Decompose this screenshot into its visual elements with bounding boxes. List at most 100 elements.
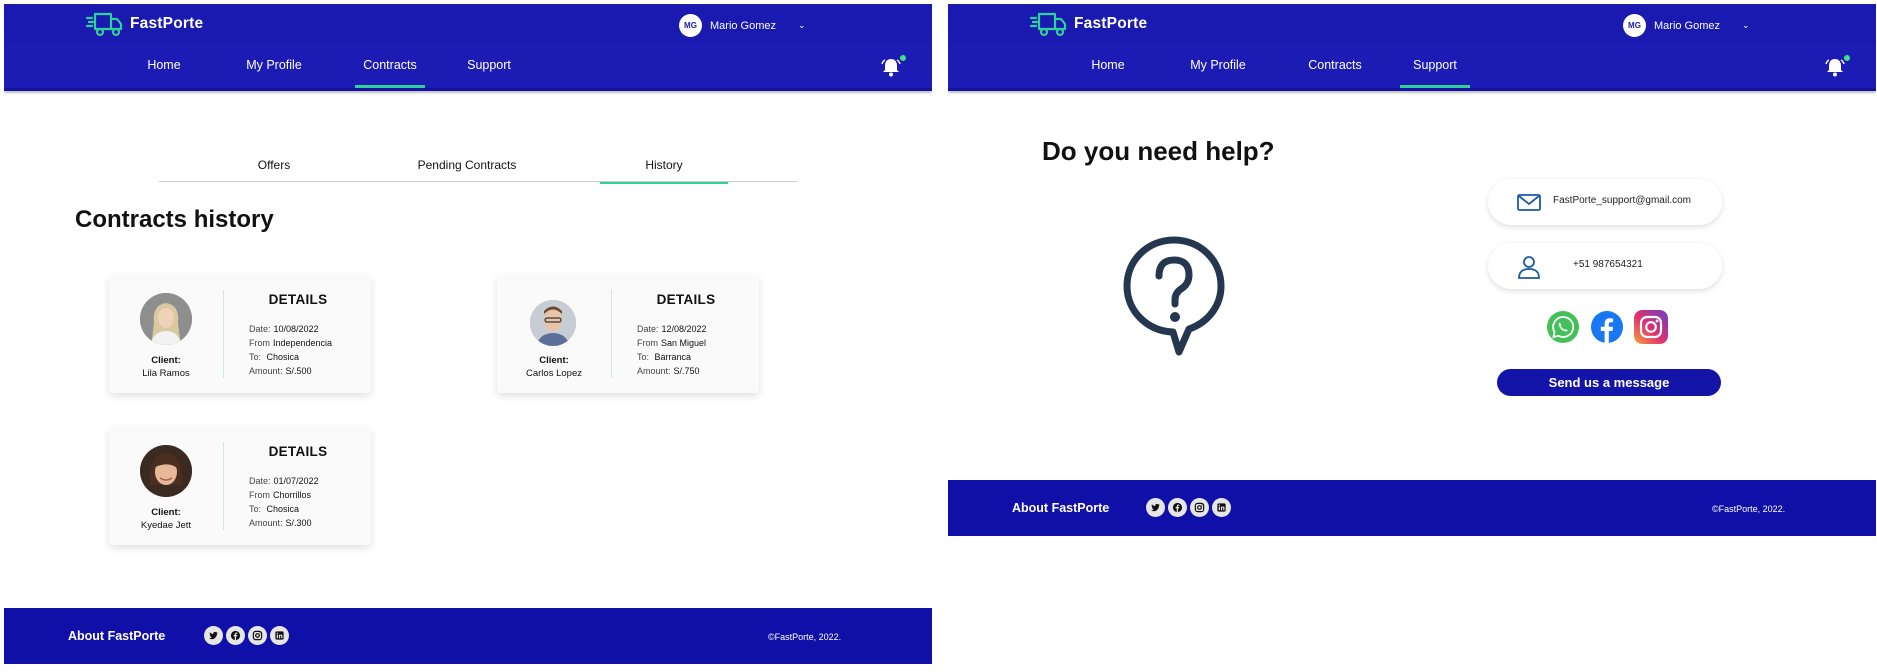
to-row: To: Barranca: [637, 352, 692, 362]
support-screen: FastPorte MG Mario Gomez ⌄ Home My Profi…: [948, 4, 1876, 664]
client-label: Client:: [151, 507, 181, 518]
date-row: Date: 01/07/2022: [249, 476, 319, 486]
details-title: DETAILS: [268, 292, 328, 307]
linkedin-icon[interactable]: [1212, 498, 1231, 517]
tab-pending-contracts[interactable]: Pending Contracts: [412, 154, 522, 182]
nav-my-profile[interactable]: My Profile: [1184, 44, 1252, 88]
contract-from: San Miguel: [661, 338, 707, 348]
contract-date: 01/07/2022: [273, 476, 319, 486]
truck-logo-icon: [1030, 12, 1067, 37]
contract-card[interactable]: Client: Kyedae Jett DETAILS Date: 01/07/2…: [109, 427, 371, 545]
notification-bell-icon[interactable]: [880, 56, 902, 78]
about-link[interactable]: About FastPorte: [1012, 501, 1109, 515]
twitter-icon[interactable]: [204, 626, 223, 645]
instagram-icon[interactable]: [248, 626, 267, 645]
from-row: From San Miguel: [637, 338, 707, 348]
client-name: Carlos Lopez: [526, 368, 582, 379]
logo[interactable]: FastPorte: [1030, 10, 1147, 38]
notification-dot: [900, 55, 906, 61]
avatar: MG: [1623, 14, 1646, 37]
contract-from: Independencia: [273, 338, 333, 348]
twitter-icon[interactable]: [1146, 498, 1165, 517]
card-divider: [223, 290, 224, 378]
contracts-history-screen: FastPorte MG Mario Gomez ⌄ Home My Profi…: [4, 4, 932, 664]
footer: About FastPorte ©FastPorte, 2022.: [948, 480, 1876, 536]
date-row: Date: 10/08/2022: [249, 324, 319, 334]
client-photo: [530, 300, 576, 346]
from-row: From Independencia: [249, 338, 333, 348]
nav-support[interactable]: Support: [1400, 44, 1470, 88]
user-name: Mario Gomez: [1654, 19, 1721, 32]
contract-card[interactable]: Client: Carlos Lopez DETAILS Date: 12/08/…: [497, 275, 759, 393]
main-nav: Home My Profile Contracts Support: [4, 44, 932, 91]
contract-amount: S/.500: [285, 366, 312, 376]
user-name: Mario Gomez: [710, 19, 777, 32]
tab-history[interactable]: History: [600, 154, 728, 184]
whatsapp-icon[interactable]: [1546, 310, 1580, 344]
support-phone: +51 987654321: [1573, 259, 1643, 270]
email-contact[interactable]: FastPorte_support@gmail.com: [1488, 179, 1722, 225]
instagram-icon[interactable]: [1190, 498, 1209, 517]
contract-amount: S/.300: [285, 518, 312, 528]
card-divider: [223, 442, 224, 530]
contract-to: Barranca: [654, 352, 692, 362]
client-label: Client:: [539, 355, 569, 366]
mail-icon: [1517, 194, 1541, 211]
linkedin-icon[interactable]: [270, 626, 289, 645]
copyright: ©FastPorte, 2022.: [1712, 504, 1786, 514]
about-link[interactable]: About FastPorte: [68, 629, 165, 643]
contract-tabs: Offers Pending Contracts History: [159, 154, 797, 184]
contract-to: Chosica: [266, 504, 300, 514]
to-row: To: Chosica: [249, 352, 300, 362]
amount-row: Amount: S/.750: [637, 366, 700, 376]
tab-offers[interactable]: Offers: [244, 154, 304, 182]
contract-card[interactable]: Client: Lila Ramos DETAILS Date: 10/08/20…: [109, 275, 371, 393]
contract-from: Chorrillos: [273, 490, 312, 500]
phone-contact[interactable]: +51 987654321: [1488, 243, 1722, 289]
facebook-icon[interactable]: [1590, 310, 1624, 344]
truck-logo-icon: [86, 12, 123, 37]
nav-home[interactable]: Home: [1084, 44, 1132, 88]
nav-contracts[interactable]: Contracts: [1303, 44, 1367, 88]
nav-home[interactable]: Home: [140, 44, 188, 88]
brand-name: FastPorte: [130, 15, 204, 32]
footer-socials: [204, 626, 289, 645]
user-menu[interactable]: MG Mario Gomez ⌄: [1623, 14, 1750, 37]
client-name: Kyedae Jett: [140, 520, 192, 531]
details-title: DETAILS: [268, 444, 328, 459]
nav-contracts[interactable]: Contracts: [355, 44, 425, 88]
nav-my-profile[interactable]: My Profile: [240, 44, 308, 88]
support-email: FastPorte_support@gmail.com: [1553, 195, 1691, 206]
contract-date: 10/08/2022: [273, 324, 319, 334]
brand-name: FastPorte: [1074, 15, 1148, 32]
avatar: MG: [679, 14, 702, 37]
page-title: Contracts history: [75, 206, 274, 233]
notification-bell-icon[interactable]: [1824, 56, 1846, 78]
chevron-down-icon[interactable]: ⌄: [798, 20, 806, 31]
page-title: Do you need help?: [1042, 136, 1275, 166]
top-bar: FastPorte MG Mario Gomez ⌄: [948, 4, 1876, 44]
details-title: DETAILS: [656, 292, 716, 307]
footer: About FastPorte ©FastPorte, 2022.: [4, 608, 932, 664]
date-row: Date: 12/08/2022: [637, 324, 707, 334]
footer-socials: [1146, 498, 1231, 517]
question-bubble-icon: [1123, 236, 1225, 356]
logo[interactable]: FastPorte: [86, 10, 203, 38]
contract-date: 12/08/2022: [661, 324, 707, 334]
nav-support[interactable]: Support: [464, 44, 514, 88]
facebook-icon[interactable]: [226, 626, 245, 645]
client-photo: [140, 445, 192, 497]
amount-row: Amount: S/.500: [249, 366, 312, 376]
top-bar: FastPorte MG Mario Gomez ⌄: [4, 4, 932, 44]
user-menu[interactable]: MG Mario Gomez ⌄: [679, 14, 806, 37]
card-divider: [611, 290, 612, 378]
contract-amount: S/.750: [673, 366, 700, 376]
send-message-button[interactable]: Send us a message: [1497, 369, 1721, 396]
main-nav: Home My Profile Contracts Support: [948, 44, 1876, 91]
instagram-icon[interactable]: [1634, 310, 1668, 344]
notification-dot: [1844, 55, 1850, 61]
contract-to: Chosica: [266, 352, 300, 362]
chevron-down-icon[interactable]: ⌄: [1742, 20, 1750, 31]
facebook-icon[interactable]: [1168, 498, 1187, 517]
to-row: To: Chosica: [249, 504, 300, 514]
